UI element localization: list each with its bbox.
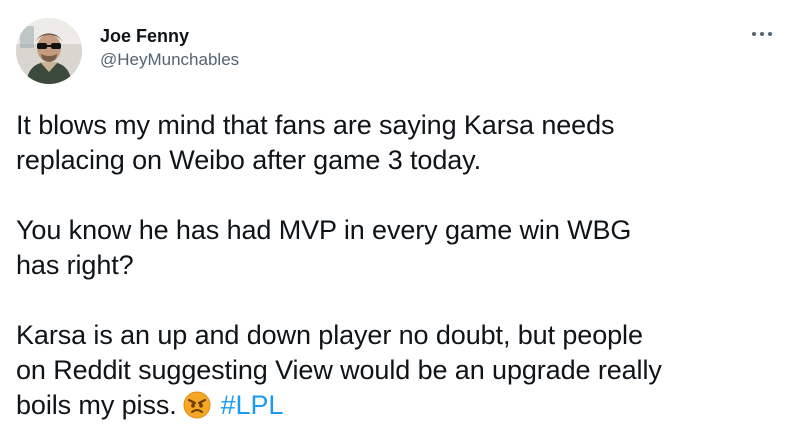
- tweet-text: It blows my mind that fans are saying Ka…: [16, 108, 786, 444]
- tweet-card: Joe Fenny @HeyMunchables It blows my min…: [0, 0, 800, 444]
- tweet-paragraph: You know he has had MVP in every game wi…: [16, 213, 786, 283]
- tweet-line: replacing on Weibo after game 3 today.: [16, 145, 481, 175]
- more-options-button[interactable]: [744, 22, 780, 46]
- author-info: Joe Fenny @HeyMunchables: [100, 25, 600, 71]
- tweet-line: Karsa is an up and down player no doubt,…: [16, 320, 643, 350]
- more-options-icon: [752, 32, 772, 36]
- author-display-name[interactable]: Joe Fenny: [100, 25, 600, 47]
- hashtag-link[interactable]: #LPL: [221, 390, 284, 420]
- author-avatar[interactable]: [16, 18, 82, 84]
- tweet-line-text: boils my piss.: [16, 390, 177, 420]
- tweet-last-line: boils my piss. #LPL: [16, 388, 786, 423]
- tweet-line: It blows my mind that fans are saying Ka…: [16, 110, 615, 140]
- profile-photo-avatar-icon: [16, 18, 82, 84]
- tweet-line: has right?: [16, 250, 134, 280]
- tweet-paragraph: Karsa is an up and down player no doubt,…: [16, 318, 786, 423]
- angry-face-emoji-icon: [183, 391, 211, 419]
- tweet-header: Joe Fenny @HeyMunchables: [16, 18, 784, 88]
- tweet-line: You know he has had MVP in every game wi…: [16, 215, 632, 245]
- tweet-paragraph: It blows my mind that fans are saying Ka…: [16, 108, 786, 178]
- tweet-line: on Reddit suggesting View would be an up…: [16, 355, 662, 385]
- author-handle[interactable]: @HeyMunchables: [100, 49, 600, 71]
